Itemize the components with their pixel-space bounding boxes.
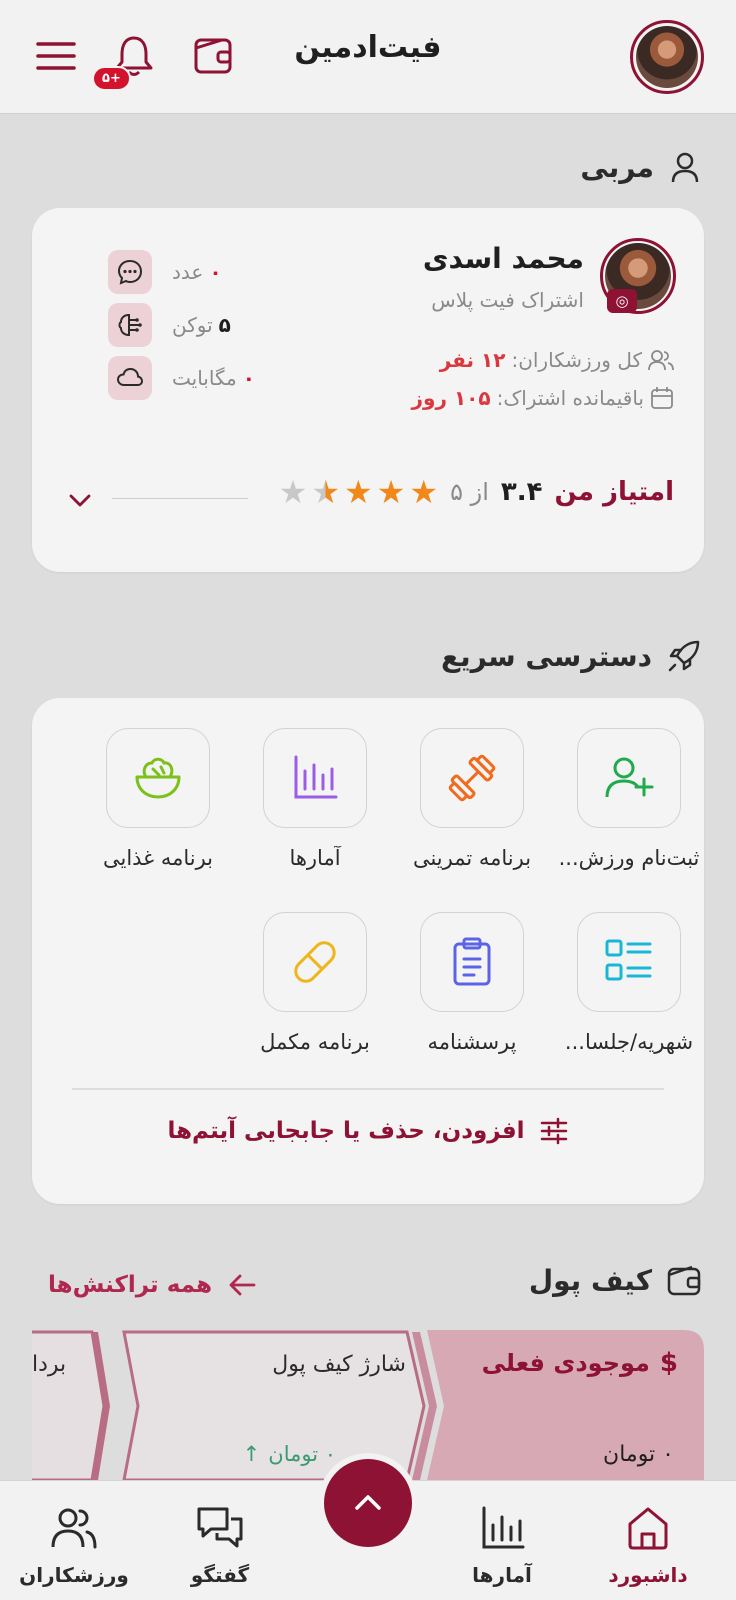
user-plus-icon xyxy=(577,728,681,828)
star-icon: ★ xyxy=(311,473,341,511)
quick-access-title: دسترسی سریع xyxy=(441,638,702,674)
chevron-down-icon[interactable] xyxy=(66,486,94,514)
rating-stars: ★ ★ ★ ★ ★ xyxy=(279,476,438,508)
list-icon xyxy=(577,912,681,1012)
clipboard-icon xyxy=(420,912,524,1012)
nav-chat[interactable]: گفتگو xyxy=(160,1503,280,1587)
chat-bubbles-icon xyxy=(197,1507,243,1548)
stat-messages: ۰عدد xyxy=(108,250,222,294)
star-icon: ★ xyxy=(278,473,308,511)
nav-stats[interactable]: آمارها xyxy=(442,1503,562,1587)
cloud-icon xyxy=(108,356,152,400)
top-bar: فیت‌ادمین +۵ xyxy=(0,0,736,114)
notification-badge: +۵ xyxy=(92,66,131,91)
quick-item-diet-program[interactable]: برنامه غذایی xyxy=(83,728,233,870)
quick-access-card: ثبت‌نام ورزش... برنامه تمرینی آمارها برن… xyxy=(32,698,704,1204)
stat-tokens: ۵توکن xyxy=(108,303,231,347)
wallet-current-balance[interactable]: $ موجودی فعلی ۰ تومان xyxy=(464,1330,704,1480)
arrow-up-icon: ↑ xyxy=(242,1442,261,1466)
wallet-section-icon xyxy=(667,1265,701,1296)
quick-item-supplement-program[interactable]: برنامه مکمل xyxy=(240,912,390,1054)
rating-divider xyxy=(112,498,248,499)
edit-quick-access-button[interactable]: افزودن، حذف یا جابجایی آیتم‌ها xyxy=(32,1116,704,1146)
salad-icon xyxy=(106,728,210,828)
quick-access-divider xyxy=(72,1088,664,1090)
star-icon: ★ xyxy=(409,473,439,511)
wallet-section-title: کیف پول xyxy=(529,1262,702,1298)
dumbbell-icon xyxy=(420,728,524,828)
subscription-name: اشتراک فیت پلاس xyxy=(431,288,584,312)
bar-chart-icon xyxy=(263,728,367,828)
nav-athletes[interactable]: ورزشکاران xyxy=(14,1503,134,1587)
home-icon xyxy=(628,1507,668,1550)
users-small-icon xyxy=(648,350,674,371)
chevron-up-icon xyxy=(355,1495,381,1510)
athletes-count: کل ورزشکاران: ۱۲ نفر xyxy=(440,348,674,372)
rocket-icon xyxy=(668,640,700,672)
user-icon xyxy=(671,152,699,183)
calendar-icon xyxy=(651,387,673,409)
ai-brain-icon xyxy=(108,303,152,347)
subscription-remaining: باقیمانده اشتراک: ۱۰۵ روز xyxy=(412,386,674,410)
arrow-left-icon xyxy=(229,1274,256,1296)
quick-item-tuition-sessions[interactable]: شهریه/جلسا... xyxy=(554,912,704,1054)
coach-card: ◎ محمد اسدی اشتراک فیت پلاس کل ورزشکاران… xyxy=(32,208,704,572)
wallet-withdraw[interactable]: بردا xyxy=(32,1330,92,1480)
wallet-icon[interactable] xyxy=(190,32,238,80)
menu-icon[interactable] xyxy=(32,32,80,80)
quick-item-register-athlete[interactable]: ثبت‌نام ورزش... xyxy=(554,728,704,870)
sliders-icon xyxy=(540,1117,567,1145)
bottom-navigation: داشبورد آمارها گفتگو ورزشکاران xyxy=(0,1453,736,1600)
stat-storage: ۰مگابایت xyxy=(108,356,255,400)
camera-icon[interactable]: ◎ xyxy=(607,289,637,313)
bar-chart-icon xyxy=(482,1506,525,1549)
pill-icon xyxy=(263,912,367,1012)
star-icon: ★ xyxy=(376,473,406,511)
coach-section-title: مربی xyxy=(580,150,702,184)
chat-icon xyxy=(108,250,152,294)
users-icon xyxy=(51,1508,97,1549)
all-transactions-link[interactable]: همه تراکنش‌ها xyxy=(48,1272,256,1298)
star-icon: ★ xyxy=(344,473,373,511)
coach-name: محمد اسدی xyxy=(422,242,584,275)
coach-avatar[interactable]: ◎ xyxy=(600,238,676,314)
fab-expand-button[interactable] xyxy=(324,1459,412,1547)
dollar-icon: $ xyxy=(659,1348,678,1378)
nav-dashboard[interactable]: داشبورد xyxy=(588,1503,708,1587)
my-rating: امتیاز من ۳.۴ از ۵ ★ ★ ★ ★ ★ xyxy=(278,473,674,511)
quick-item-stats[interactable]: آمارها xyxy=(240,728,390,870)
quick-item-questionnaire[interactable]: پرسشنامه xyxy=(397,912,547,1054)
quick-item-workout-program[interactable]: برنامه تمرینی xyxy=(397,728,547,870)
